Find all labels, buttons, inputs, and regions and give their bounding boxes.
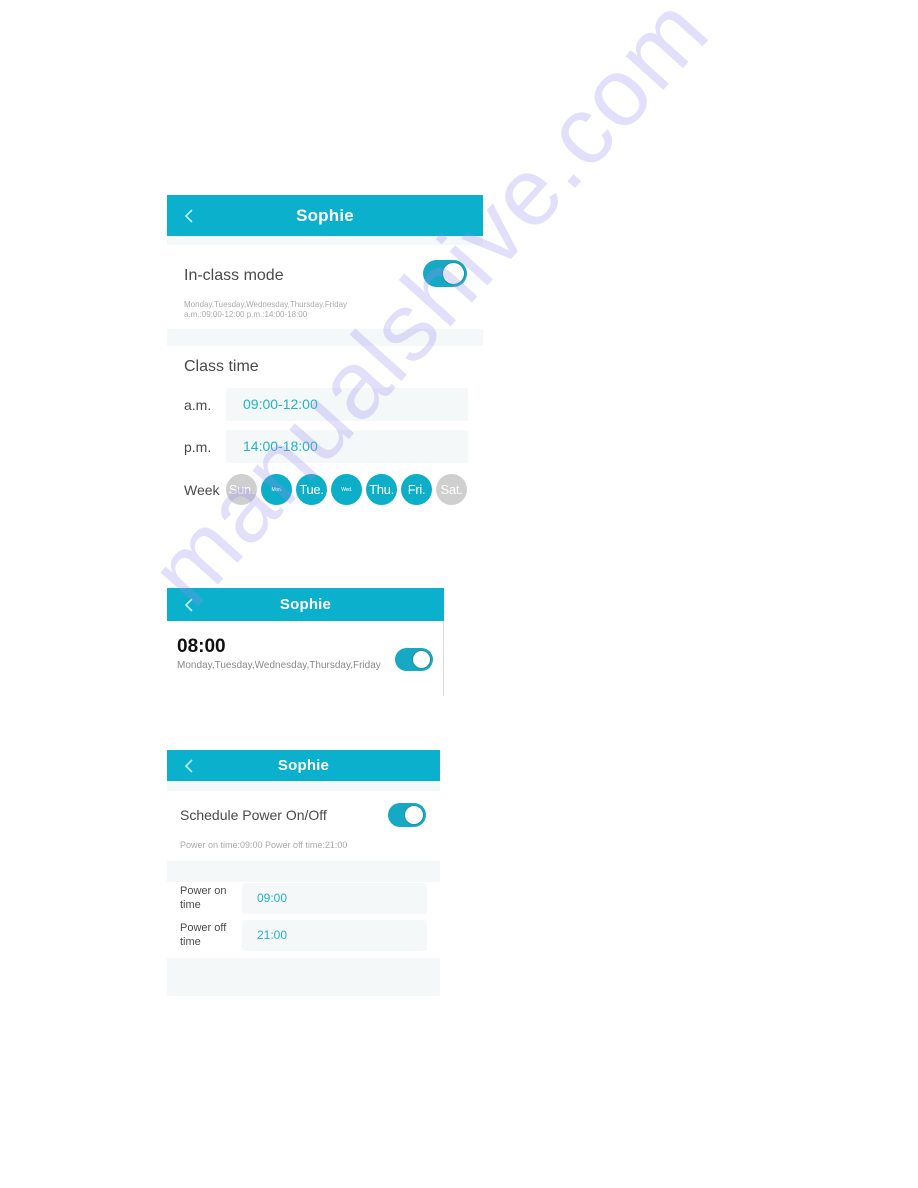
nav-header: Sophie	[167, 588, 444, 621]
toggle-knob	[404, 805, 424, 825]
in-class-mode-toggle[interactable]	[423, 260, 467, 287]
power-on-label: Power on time	[180, 885, 227, 911]
day-sun[interactable]: Sun.	[226, 474, 257, 505]
am-label: a.m.	[184, 397, 212, 413]
section-divider	[167, 236, 483, 245]
in-class-mode-row: In-class mode Monday,Tuesday,Wednesday,T…	[167, 245, 483, 329]
pm-time-row: p.m. 14:00-18:00	[184, 430, 469, 463]
alarm-toggle[interactable]	[395, 648, 433, 671]
summary-days: Monday,Tuesday,Wednesday,Thursday,Friday	[184, 300, 348, 309]
toggle-knob	[412, 650, 431, 669]
schedule-power-summary: Power on time:09:00 Power off time:21:00	[180, 840, 348, 850]
day-wed[interactable]: Wed.	[331, 474, 362, 505]
page-title: Sophie	[296, 205, 354, 225]
back-button[interactable]	[183, 195, 207, 236]
week-label: Week	[184, 482, 220, 498]
schedule-power-row: Schedule Power On/Off Power on time:09:0…	[167, 791, 440, 861]
schedule-power-screen: Sophie Schedule Power On/Off Power on ti…	[167, 750, 440, 996]
page-title: Sophie	[279, 596, 332, 613]
in-class-mode-screen: Sophie In-class mode Monday,Tuesday,Wedn…	[167, 195, 483, 525]
power-on-time-field[interactable]: 09:00	[242, 883, 427, 914]
alarm-days: Monday,Tuesday,Wednesday,Thursday,Friday	[177, 660, 381, 671]
section-divider	[167, 861, 440, 882]
pm-label: p.m.	[184, 439, 212, 455]
alarm-time: 08:00	[177, 636, 226, 657]
week-row: Week Sun. Mon. Tue. Wed. Thu. Fri. Sat.	[184, 474, 474, 506]
day-mon[interactable]: Mon.	[261, 474, 292, 505]
weekday-selector: Sun. Mon. Tue. Wed. Thu. Fri. Sat.	[226, 474, 467, 505]
pm-time-field[interactable]: 14:00-18:00	[226, 430, 468, 463]
back-button[interactable]	[183, 750, 207, 781]
day-sat[interactable]: Sat.	[436, 474, 467, 505]
am-time-row: a.m. 09:00-12:00	[184, 388, 469, 421]
chevron-left-icon	[184, 597, 193, 612]
schedule-power-toggle[interactable]	[388, 803, 426, 827]
toggle-knob	[442, 262, 465, 285]
alarm-screen: Sophie 08:00 Monday,Tuesday,Wednesday,Th…	[167, 588, 444, 696]
schedule-power-label: Schedule Power On/Off	[180, 807, 327, 823]
in-class-summary: Monday,Tuesday,Wednesday,Thursday,Friday…	[184, 300, 347, 320]
chevron-left-icon	[184, 208, 193, 223]
day-fri[interactable]: Fri.	[401, 474, 432, 505]
am-time-field[interactable]: 09:00-12:00	[226, 388, 468, 421]
power-off-time-field[interactable]: 21:00	[242, 920, 427, 951]
section-divider	[167, 781, 440, 791]
in-class-mode-label: In-class mode	[184, 267, 284, 284]
power-off-row: Power off time 21:00	[167, 919, 440, 956]
day-tue[interactable]: Tue.	[296, 474, 327, 505]
page-title: Sophie	[277, 757, 330, 774]
power-on-row: Power on time 09:00	[167, 882, 440, 919]
summary-times: a.m.:09:00-12:00 p.m.:14:00-18:00	[184, 310, 308, 319]
chevron-left-icon	[184, 758, 193, 773]
section-footer	[167, 958, 440, 996]
class-time-title: Class time	[184, 358, 259, 375]
day-thu[interactable]: Thu.	[366, 474, 397, 505]
nav-header: Sophie	[167, 195, 483, 236]
section-divider	[167, 329, 483, 346]
back-button[interactable]	[183, 588, 207, 621]
nav-header: Sophie	[167, 750, 440, 781]
power-off-label: Power off time	[180, 922, 227, 948]
alarm-item[interactable]: 08:00 Monday,Tuesday,Wednesday,Thursday,…	[167, 621, 444, 696]
